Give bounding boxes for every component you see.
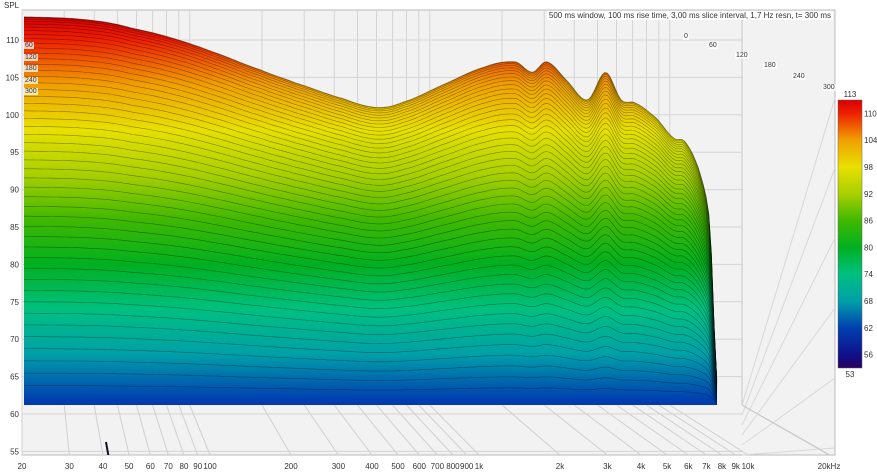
time-axis-label: 0 [683,33,689,40]
time-label-left: 180 [24,65,38,72]
x-tick-label: 700 [431,462,445,471]
x-tick-label: 400 [365,462,379,471]
time-label-left: 60 [24,42,34,49]
colorbar-tick-label: 113 [844,90,857,99]
time-label-left: 240 [24,76,38,84]
x-tick-label: 7k [702,462,711,471]
x-tick-label: 70 [164,462,173,471]
x-tick-label: 60 [146,462,155,471]
y-tick-label: 65 [10,373,19,382]
x-tick-label: 6k [684,462,693,471]
y-tick-label: 55 [10,447,19,456]
x-tick-label: 8k [718,462,727,471]
colorbar-tick-label: 110 [864,109,877,118]
x-tick-label: 20 [18,462,27,471]
colorbar-scale [837,99,863,369]
y-tick-label: 90 [10,186,19,195]
x-tick-label: 30 [65,462,74,471]
time-label-left: 120 [24,53,38,61]
y-tick-label: 85 [10,223,19,232]
time-axis-label: 120 [735,52,749,59]
colorbar-tick-label: 53 [846,370,855,379]
colorbar-tick-label: 62 [864,324,873,333]
x-tick-label: 10k [742,462,756,471]
x-tick-label: 3k [603,462,612,471]
y-tick-label: 95 [10,148,19,157]
time-axis-label: 240 [792,73,806,80]
y-tick-label: 105 [6,73,20,82]
waterfall-plot: SPL 110 105 100 95 90 85 80 75 70 65 60 55 20 30 40 50… [4,1,877,471]
x-tick-label: 80 [180,462,189,471]
y-tick-label: 80 [10,260,19,269]
x-tick-label: 500 [391,462,405,471]
colorbar-tick-label: 104 [864,136,877,145]
x-tick-label: 5k [663,462,672,471]
waterfall-chart: SPL 110 105 100 95 90 85 80 75 70 65 60 55 20 30 40 50… [0,0,877,473]
y-ticks: 110 105 100 95 90 85 80 75 70 65 60 55 [6,36,20,456]
x-tick-label: 20kHz [818,462,841,471]
time-axis-label: 300 [822,84,836,91]
x-tick-label: 300 [332,462,346,471]
x-tick-label: 2k [556,462,565,471]
colorbar-tick-label: 68 [864,297,873,306]
x-ticks: 20 30 40 50 60 70 80 90 100 200 300 400 500 600 700 800… [18,462,841,471]
colorbar-tick-label: 92 [864,190,873,199]
x-tick-label: 40 [99,462,108,471]
colorbar-tick-label: 56 [864,351,873,360]
colorbar-tick-label: 98 [864,163,873,172]
x-tick-label: 200 [284,462,298,471]
x-tick-label: 600 [413,462,427,471]
x-tick-label: 900 [460,462,474,471]
colorbar-tick-label: 74 [864,270,873,279]
x-tick-label: 100 [203,462,217,471]
time-axis-label: 60 [708,42,718,49]
y-tick-label: 100 [6,111,20,120]
y-axis-label: SPL [4,1,20,10]
colorbar: 113 110 104 98 92 86 80 74 68 62 56 53 [837,90,877,379]
x-tick-label: 4k [637,462,646,471]
time-label-left: 300 [24,88,38,95]
x-tick-label: 90 [193,462,202,471]
y-tick-label: 60 [10,410,19,419]
x-tick-label: 800 [446,462,460,471]
colorbar-tick-label: 86 [864,217,873,226]
x-tick-label: 9k [731,462,740,471]
x-tick-label: 50 [125,462,134,471]
y-tick-label: 70 [10,335,19,344]
measurement-annotation: 500 ms window, 100 ms rise time, 3,00 ms… [546,11,833,20]
y-tick-label: 75 [10,298,19,307]
y-tick-label: 110 [6,36,19,45]
time-axis-label: 180 [763,62,777,69]
colorbar-tick-label: 80 [864,243,873,252]
x-tick-label: 1k [475,462,484,471]
